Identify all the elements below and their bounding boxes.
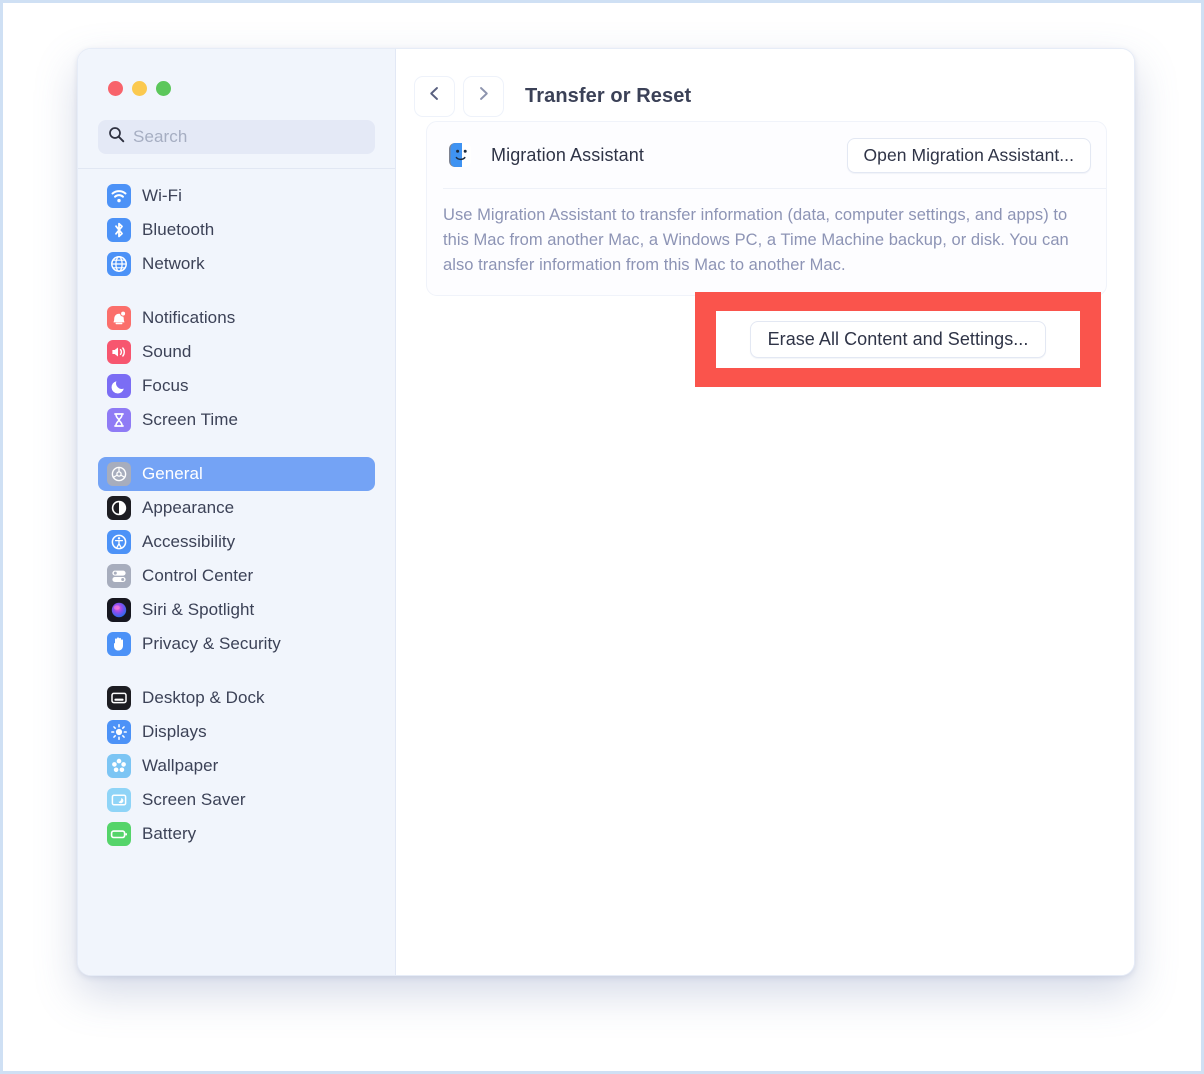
accessibility-icon <box>107 530 131 554</box>
wifi-icon <box>107 184 131 208</box>
sidebar-item-label: Siri & Spotlight <box>142 600 255 619</box>
sidebar-group-alerts: Notifications Sound Focus Screen Time <box>98 301 375 437</box>
sidebar-item-label: Appearance <box>142 498 235 517</box>
sidebar-item-label: Focus <box>142 376 189 395</box>
sidebar-item-appearance[interactable]: Appearance <box>98 491 375 525</box>
sidebar-item-label: Accessibility <box>142 532 236 551</box>
migration-assistant-icon <box>443 138 477 172</box>
close-button[interactable] <box>108 81 123 96</box>
page-frame: Search Wi-Fi Bluetooth Network Notificat… <box>0 0 1204 1074</box>
back-button[interactable] <box>414 75 455 117</box>
sidebar-item-displays[interactable]: Displays <box>98 715 375 749</box>
moon-icon <box>107 374 131 398</box>
content-header: Transfer or Reset <box>396 49 1134 121</box>
system-settings-window: Search Wi-Fi Bluetooth Network Notificat… <box>77 48 1135 976</box>
globe-icon <box>107 252 131 276</box>
sidebar-item-bluetooth[interactable]: Bluetooth <box>98 213 375 247</box>
sidebar-group-connectivity: Wi-Fi Bluetooth Network <box>98 179 375 281</box>
sidebar-item-privacy-security[interactable]: Privacy & Security <box>98 627 375 661</box>
migration-assistant-row: Migration Assistant Open Migration Assis… <box>427 122 1106 188</box>
sidebar-item-label: Wallpaper <box>142 756 219 775</box>
sidebar-item-screen-saver[interactable]: Screen Saver <box>98 783 375 817</box>
sidebar-item-label: Displays <box>142 722 207 741</box>
migration-assistant-label: Migration Assistant <box>491 144 644 165</box>
sidebar-item-accessibility[interactable]: Accessibility <box>98 525 375 559</box>
forward-button[interactable] <box>463 75 504 117</box>
sidebar-item-battery[interactable]: Battery <box>98 817 375 851</box>
open-migration-assistant-button[interactable]: Open Migration Assistant... <box>846 137 1091 173</box>
speaker-icon <box>107 340 131 364</box>
sidebar-group-system: General Appearance Accessibility Control… <box>98 457 375 661</box>
hourglass-icon <box>107 408 131 432</box>
sidebar-item-focus[interactable]: Focus <box>98 369 375 403</box>
desktop-dock-icon <box>107 686 131 710</box>
content-pane: Transfer or Reset Migration Assistant Op… <box>396 49 1134 975</box>
erase-highlight-box: Erase All Content and Settings... <box>695 292 1101 387</box>
brightness-icon <box>107 720 131 744</box>
sidebar-item-notifications[interactable]: Notifications <box>98 301 375 335</box>
search-input[interactable]: Search <box>98 120 375 154</box>
sidebar-item-wifi[interactable]: Wi-Fi <box>98 179 375 213</box>
window-traffic-lights <box>78 49 395 111</box>
sidebar-list[interactable]: Wi-Fi Bluetooth Network Notifications So… <box>78 169 395 975</box>
sidebar-item-label: Network <box>142 254 205 273</box>
sidebar-item-label: Sound <box>142 342 192 361</box>
sidebar-item-sound[interactable]: Sound <box>98 335 375 369</box>
toggles-icon <box>107 564 131 588</box>
sidebar-item-wallpaper[interactable]: Wallpaper <box>98 749 375 783</box>
page-title: Transfer or Reset <box>525 84 692 107</box>
chevron-right-icon <box>474 84 493 108</box>
bell-icon <box>107 306 131 330</box>
maximize-button[interactable] <box>156 81 171 96</box>
sidebar-item-label: Battery <box>142 824 197 843</box>
sidebar-item-siri-spotlight[interactable]: Siri & Spotlight <box>98 593 375 627</box>
erase-all-content-and-settings-button[interactable]: Erase All Content and Settings... <box>749 321 1047 358</box>
gear-icon <box>107 462 131 486</box>
sidebar-item-label: Desktop & Dock <box>142 688 265 707</box>
wallpaper-flower-icon <box>107 754 131 778</box>
search-icon <box>108 126 125 148</box>
erase-button-backdrop: Erase All Content and Settings... <box>716 311 1080 368</box>
migration-assistant-description: Use Migration Assistant to transfer info… <box>443 206 1069 275</box>
search-placeholder: Search <box>133 127 188 146</box>
battery-icon <box>107 822 131 846</box>
sidebar-group-display: Desktop & Dock Displays Wallpaper Screen… <box>98 681 375 851</box>
migration-assistant-card: Migration Assistant Open Migration Assis… <box>426 121 1107 297</box>
sidebar-item-label: Screen Saver <box>142 790 246 809</box>
siri-orb-icon <box>107 598 131 622</box>
hand-icon <box>107 632 131 656</box>
sidebar-item-label: Wi-Fi <box>142 186 182 205</box>
sidebar-item-label: Screen Time <box>142 410 238 429</box>
chevron-left-icon <box>425 84 444 108</box>
sidebar-item-label: General <box>142 464 203 483</box>
sidebar-item-network[interactable]: Network <box>98 247 375 281</box>
sidebar-item-general[interactable]: General <box>98 457 375 491</box>
sidebar-item-screen-time[interactable]: Screen Time <box>98 403 375 437</box>
contrast-circle-icon <box>107 496 131 520</box>
minimize-button[interactable] <box>132 81 147 96</box>
sidebar-item-label: Notifications <box>142 308 236 327</box>
sidebar-item-desktop-dock[interactable]: Desktop & Dock <box>98 681 375 715</box>
sidebar-item-label: Control Center <box>142 566 254 585</box>
bluetooth-icon <box>107 218 131 242</box>
screen-saver-icon <box>107 788 131 812</box>
sidebar-item-label: Bluetooth <box>142 220 215 239</box>
sidebar-item-label: Privacy & Security <box>142 634 281 653</box>
sidebar-item-control-center[interactable]: Control Center <box>98 559 375 593</box>
search-container: Search <box>78 111 395 154</box>
sidebar: Search Wi-Fi Bluetooth Network Notificat… <box>78 49 396 975</box>
